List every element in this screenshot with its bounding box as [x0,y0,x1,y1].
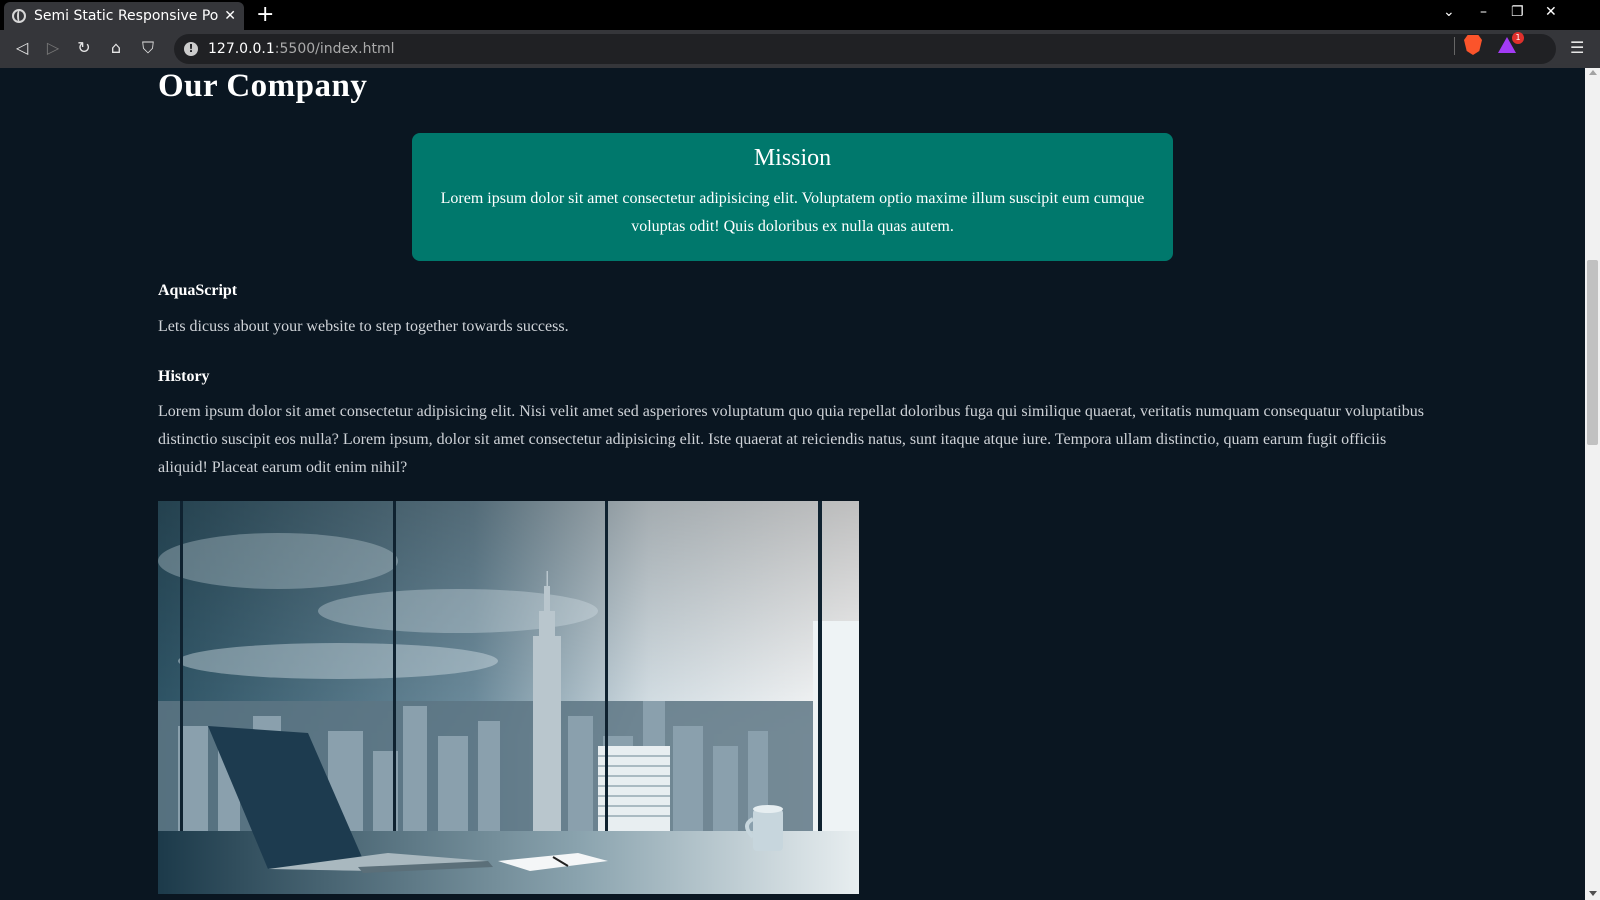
history-text: Lorem ipsum dolor sit amet consectetur a… [158,403,1424,476]
scroll-down-arrow-icon[interactable] [1589,891,1597,896]
page-viewport: Our Company Mission Lorem ipsum dolor si… [0,68,1585,900]
forward-icon[interactable]: ▷ [42,38,64,57]
browser-tab[interactable]: Semi Static Responsive Po ✕ [4,2,244,30]
page-scrollbar[interactable] [1585,68,1600,900]
tab-list-icon[interactable]: ⌄ [1443,4,1455,20]
home-icon[interactable]: ⌂ [105,38,127,57]
site-info-icon[interactable]: ! [184,42,198,56]
browser-toolbar: ◁ ▷ ↻ ⌂ ⛉ ! 127.0.0.1:5500/index.html 1 … [0,30,1600,68]
browser-tab-bar: Semi Static Responsive Po ✕ + ⌄ – ❐ ✕ [0,0,1600,30]
office-city-illustration [158,501,859,894]
back-icon[interactable]: ◁ [11,38,33,57]
tab-close-icon[interactable]: ✕ [224,8,236,24]
aquascript-text: Lets dicuss about your website to step t… [158,318,569,335]
reload-icon[interactable]: ↻ [73,38,95,57]
url-path: :5500/index.html [274,41,395,57]
mission-card: Mission Lorem ipsum dolor sit amet conse… [412,133,1173,261]
tab-title: Semi Static Responsive Po [34,8,219,24]
close-window-icon[interactable]: ✕ [1545,4,1557,20]
history-heading: History [158,368,210,385]
globe-icon [12,9,26,23]
aquascript-heading: AquaScript [158,282,238,299]
office-city-image [158,501,859,894]
bookmark-icon[interactable]: ⛉ [137,38,159,58]
mission-text: Lorem ipsum dolor sit amet consectetur a… [440,190,1145,235]
toolbar-divider [1454,37,1455,55]
address-bar[interactable]: ! 127.0.0.1:5500/index.html [174,34,1556,64]
rewards-badge: 1 [1512,32,1524,44]
minimize-icon[interactable]: – [1480,4,1487,20]
restore-icon[interactable]: ❐ [1511,4,1524,20]
menu-icon[interactable]: ☰ [1570,38,1584,57]
page-title: Our Company [158,68,368,104]
new-tab-button[interactable]: + [256,2,274,27]
scroll-up-arrow-icon[interactable] [1589,70,1597,75]
url-host: 127.0.0.1 [208,41,275,57]
scrollbar-thumb[interactable] [1587,260,1598,445]
mission-title: Mission [753,145,832,171]
